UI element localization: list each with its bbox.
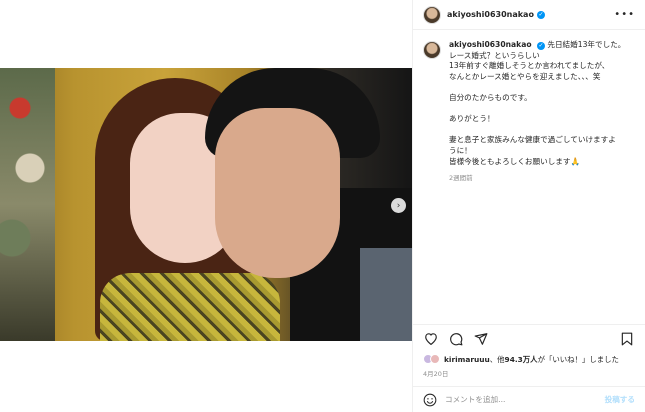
- post-media: ›: [0, 0, 412, 412]
- post-sidebar: akiyoshi0630nakao ✓ ••• akiyoshi0630naka…: [412, 0, 645, 412]
- post-comment-button[interactable]: 投稿する: [605, 394, 635, 405]
- header-username[interactable]: akiyoshi0630nakao: [447, 10, 534, 19]
- verified-badge-icon: ✓: [536, 42, 545, 50]
- likes-end: が「いいね！」しました: [537, 354, 619, 364]
- caption-username[interactable]: akiyoshi0630nakao: [449, 40, 532, 49]
- post-date[interactable]: 4月20日: [413, 366, 645, 380]
- comment-bar: 投稿する: [413, 386, 645, 412]
- more-options-icon[interactable]: •••: [614, 9, 635, 20]
- action-bar: [413, 324, 645, 352]
- comment-input[interactable]: [445, 395, 585, 404]
- man-face: [215, 108, 340, 278]
- caption-blank: [449, 82, 635, 93]
- share-icon: [474, 332, 488, 345]
- likes-text: kirimaruuu、他94.3万人が「いいね！」しました: [444, 354, 619, 365]
- caption-area: akiyoshi0630nakao ✓ 先日結婚13年でした。 レース婚式？とい…: [413, 30, 645, 324]
- woman-dress: [100, 273, 280, 341]
- likes-count[interactable]: 94.3万人: [505, 355, 538, 364]
- liker-avatar: [430, 354, 440, 364]
- likes-summary: kirimaruuu、他94.3万人が「いいね！」しました: [413, 352, 645, 366]
- save-button[interactable]: [619, 331, 635, 347]
- post-header: akiyoshi0630nakao ✓ •••: [413, 0, 645, 30]
- post-photo[interactable]: [0, 68, 412, 341]
- instagram-post-modal: › akiyoshi0630nakao ✓ ••• akiyoshi0630na…: [0, 0, 645, 412]
- caption-line: 13年前すぐ離婚しそうとか言われてましたが、: [449, 61, 610, 71]
- caption-line: 皆様今後ともよろしくお願いします🙏: [449, 156, 580, 166]
- caption-line: なんとかレース婚とやらを迎えました、、、笑: [449, 71, 601, 81]
- emoji-icon[interactable]: [423, 393, 437, 407]
- caption-blank: [449, 125, 635, 136]
- heart-icon: [425, 333, 437, 345]
- share-button[interactable]: [473, 331, 489, 347]
- caption-avatar[interactable]: [423, 41, 441, 59]
- caption-line: レース婚式？というらしい: [449, 50, 540, 60]
- comment-icon: [450, 332, 463, 345]
- liker-username[interactable]: kirimaruuu: [444, 355, 490, 364]
- caption-line: 妻と息子と家族みんな健康で過ごしていけますよ: [449, 135, 616, 145]
- likes-mid: 、他: [489, 354, 505, 364]
- verified-badge-icon: ✓: [536, 10, 545, 19]
- comment-button[interactable]: [448, 331, 464, 347]
- caption-line: 自分のたからものです。: [449, 92, 532, 102]
- bouquet: [0, 68, 55, 341]
- time-ago: 2週間前: [449, 174, 473, 183]
- caption: akiyoshi0630nakao ✓ 先日結婚13年でした。 レース婚式？とい…: [449, 40, 635, 324]
- caption-line: ありがとう！: [449, 114, 495, 124]
- caption-line: うに！: [449, 145, 472, 155]
- like-button[interactable]: [423, 331, 439, 347]
- bookmark-icon: [621, 332, 633, 345]
- chevron-right-icon: ›: [396, 200, 401, 211]
- caption-line: 先日結婚13年でした。: [547, 40, 626, 49]
- avatar[interactable]: [423, 5, 441, 24]
- next-image-button[interactable]: ›: [391, 198, 406, 213]
- caption-blank: [449, 104, 635, 115]
- man-shirt: [360, 248, 412, 341]
